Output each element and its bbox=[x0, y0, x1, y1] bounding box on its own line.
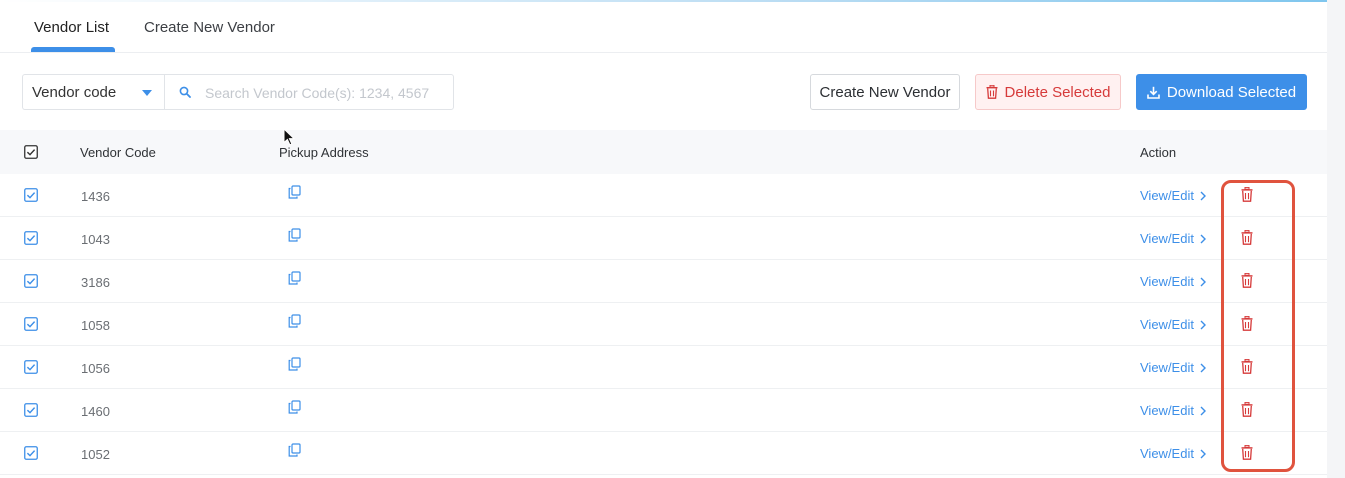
filter-type-value: Vendor code bbox=[32, 84, 117, 101]
chevron-right-icon bbox=[1200, 277, 1206, 286]
chevron-right-icon bbox=[1200, 406, 1206, 415]
active-tab-indicator bbox=[31, 47, 115, 52]
chevron-right-icon bbox=[1200, 234, 1206, 243]
create-new-vendor-label: Create New Vendor bbox=[819, 83, 951, 101]
tab-create-new-vendor[interactable]: Create New Vendor bbox=[144, 19, 275, 36]
chevron-right-icon bbox=[1200, 191, 1206, 200]
copy-icon[interactable] bbox=[288, 357, 301, 371]
search-box[interactable] bbox=[164, 74, 454, 110]
vendor-code-cell: 1460 bbox=[81, 404, 110, 419]
create-new-vendor-button[interactable]: Create New Vendor bbox=[810, 74, 960, 110]
filter-type-select[interactable]: Vendor code bbox=[22, 74, 164, 110]
trash-icon[interactable] bbox=[1241, 359, 1253, 374]
chevron-down-icon bbox=[142, 90, 152, 96]
view-edit-link[interactable]: View/Edit bbox=[1140, 317, 1206, 332]
view-edit-label: View/Edit bbox=[1140, 188, 1194, 203]
mouse-cursor-icon bbox=[283, 128, 295, 146]
copy-icon[interactable] bbox=[288, 443, 301, 457]
delete-selected-button[interactable]: Delete Selected bbox=[975, 74, 1121, 110]
table-row: 1043 View/Edit bbox=[0, 217, 1327, 260]
row-checkbox[interactable] bbox=[24, 274, 38, 288]
view-edit-link[interactable]: View/Edit bbox=[1140, 446, 1206, 461]
view-edit-label: View/Edit bbox=[1140, 360, 1194, 375]
vendor-code-cell: 1043 bbox=[81, 232, 110, 247]
row-checkbox[interactable] bbox=[24, 317, 38, 331]
row-checkbox[interactable] bbox=[24, 188, 38, 202]
chevron-right-icon bbox=[1200, 363, 1206, 372]
table-row: 3186 View/Edit bbox=[0, 260, 1327, 303]
view-edit-link[interactable]: View/Edit bbox=[1140, 231, 1206, 246]
trash-icon[interactable] bbox=[1241, 273, 1253, 288]
view-edit-link[interactable]: View/Edit bbox=[1140, 188, 1206, 203]
table-row: 1056 View/Edit bbox=[0, 346, 1327, 389]
download-icon bbox=[1147, 86, 1160, 99]
column-header-pickup-address: Pickup Address bbox=[279, 145, 369, 160]
trash-icon[interactable] bbox=[1241, 445, 1253, 460]
trash-icon[interactable] bbox=[1241, 402, 1253, 417]
download-selected-label: Download Selected bbox=[1166, 83, 1297, 101]
row-checkbox[interactable] bbox=[24, 403, 38, 417]
table-row: 1052 View/Edit bbox=[0, 432, 1327, 475]
trash-icon[interactable] bbox=[1241, 316, 1253, 331]
search-icon bbox=[179, 86, 191, 98]
row-checkbox[interactable] bbox=[24, 360, 38, 374]
download-selected-button[interactable]: Download Selected bbox=[1136, 74, 1307, 110]
view-edit-label: View/Edit bbox=[1140, 231, 1194, 246]
column-header-action: Action bbox=[1140, 145, 1177, 160]
view-edit-label: View/Edit bbox=[1140, 446, 1194, 461]
tab-vendor-list[interactable]: Vendor List bbox=[34, 19, 109, 36]
row-checkbox[interactable] bbox=[24, 231, 38, 245]
view-edit-link[interactable]: View/Edit bbox=[1140, 403, 1206, 418]
view-edit-link[interactable]: View/Edit bbox=[1140, 360, 1206, 375]
copy-icon[interactable] bbox=[288, 185, 301, 199]
table-row: 1058 View/Edit bbox=[0, 303, 1327, 346]
copy-icon[interactable] bbox=[288, 271, 301, 285]
table-header: Vendor Code Pickup Address Action bbox=[0, 130, 1327, 174]
copy-icon[interactable] bbox=[288, 314, 301, 328]
table-row: 1460 View/Edit bbox=[0, 389, 1327, 432]
vendor-code-cell: 1052 bbox=[81, 447, 110, 462]
search-input[interactable] bbox=[205, 83, 445, 103]
vendor-panel: Vendor List Create New Vendor Vendor cod… bbox=[0, 0, 1327, 478]
table-row: 1436 View/Edit bbox=[0, 174, 1327, 217]
select-all-checkbox[interactable] bbox=[24, 145, 38, 159]
chevron-right-icon bbox=[1200, 449, 1206, 458]
tab-bar: Vendor List Create New Vendor bbox=[0, 2, 1327, 53]
trash-icon[interactable] bbox=[1241, 230, 1253, 245]
view-edit-label: View/Edit bbox=[1140, 317, 1194, 332]
view-edit-label: View/Edit bbox=[1140, 274, 1194, 289]
trash-icon[interactable] bbox=[1241, 187, 1253, 202]
vendor-code-cell: 3186 bbox=[81, 275, 110, 290]
vendor-code-cell: 1056 bbox=[81, 361, 110, 376]
view-edit-label: View/Edit bbox=[1140, 403, 1194, 418]
row-checkbox[interactable] bbox=[24, 446, 38, 460]
chevron-right-icon bbox=[1200, 320, 1206, 329]
copy-icon[interactable] bbox=[288, 400, 301, 414]
copy-icon[interactable] bbox=[288, 228, 301, 242]
vendor-code-cell: 1058 bbox=[81, 318, 110, 333]
column-header-vendor-code: Vendor Code bbox=[80, 145, 156, 160]
trash-icon bbox=[986, 85, 998, 99]
vendor-code-cell: 1436 bbox=[81, 189, 110, 204]
view-edit-link[interactable]: View/Edit bbox=[1140, 274, 1206, 289]
scrollbar-gutter[interactable] bbox=[1327, 0, 1345, 478]
delete-selected-label: Delete Selected bbox=[1004, 83, 1111, 101]
